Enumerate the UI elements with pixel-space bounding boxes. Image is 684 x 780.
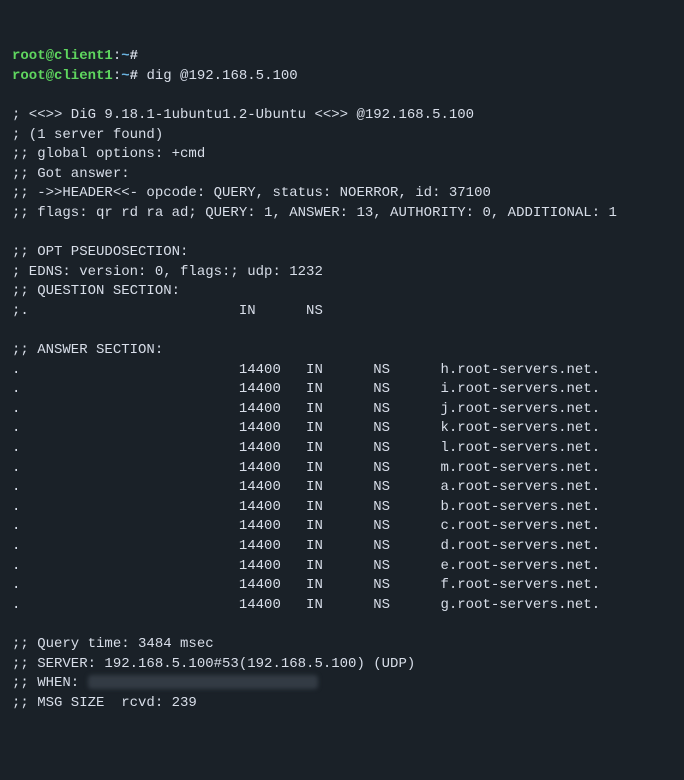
dig-banner: ; <<>> DiG 9.18.1-1ubuntu1.2-Ubuntu <<>>… [12,107,474,123]
question-record: ;. IN NS [12,303,323,319]
question-section-header: ;; QUESTION SECTION: [12,283,180,299]
msg-size: ;; MSG SIZE rcvd: 239 [12,695,197,711]
when-line: ;; WHEN: [12,675,318,691]
prompt-symbol: # [130,68,138,84]
colon: : [113,68,121,84]
when-prefix: ;; WHEN: [12,675,88,691]
dig-servers-found: ; (1 server found) [12,127,163,143]
query-time: ;; Query time: 3484 msec [12,636,214,652]
terminal-output: root@client1:~# root@client1:~# dig @192… [12,47,672,713]
prompt-symbol: # [130,48,138,64]
user-host: root@client1 [12,68,113,84]
prompt-1: root@client1:~# [12,48,138,64]
command-dig[interactable]: dig @192.168.5.100 [138,68,298,84]
colon: : [113,48,121,64]
answer-section-header: ;; ANSWER SECTION: [12,342,163,358]
dig-global-options: ;; global options: +cmd [12,146,205,162]
cwd: ~ [121,68,129,84]
answer-records: . 14400 IN NS h.root-servers.net. . 1440… [12,361,672,616]
prompt-2: root@client1:~# dig @192.168.5.100 [12,68,298,84]
server-line: ;; SERVER: 192.168.5.100#53(192.168.5.10… [12,656,415,672]
user-host: root@client1 [12,48,113,64]
opt-pseudosection: ;; OPT PSEUDOSECTION: [12,244,188,260]
cwd: ~ [121,48,129,64]
dig-header-line: ;; ->>HEADER<<- opcode: QUERY, status: N… [12,185,491,201]
edns-line: ; EDNS: version: 0, flags:; udp: 1232 [12,264,323,280]
dig-flags-line: ;; flags: qr rd ra ad; QUERY: 1, ANSWER:… [12,205,617,221]
when-redacted [88,675,318,689]
dig-got-answer: ;; Got answer: [12,166,130,182]
